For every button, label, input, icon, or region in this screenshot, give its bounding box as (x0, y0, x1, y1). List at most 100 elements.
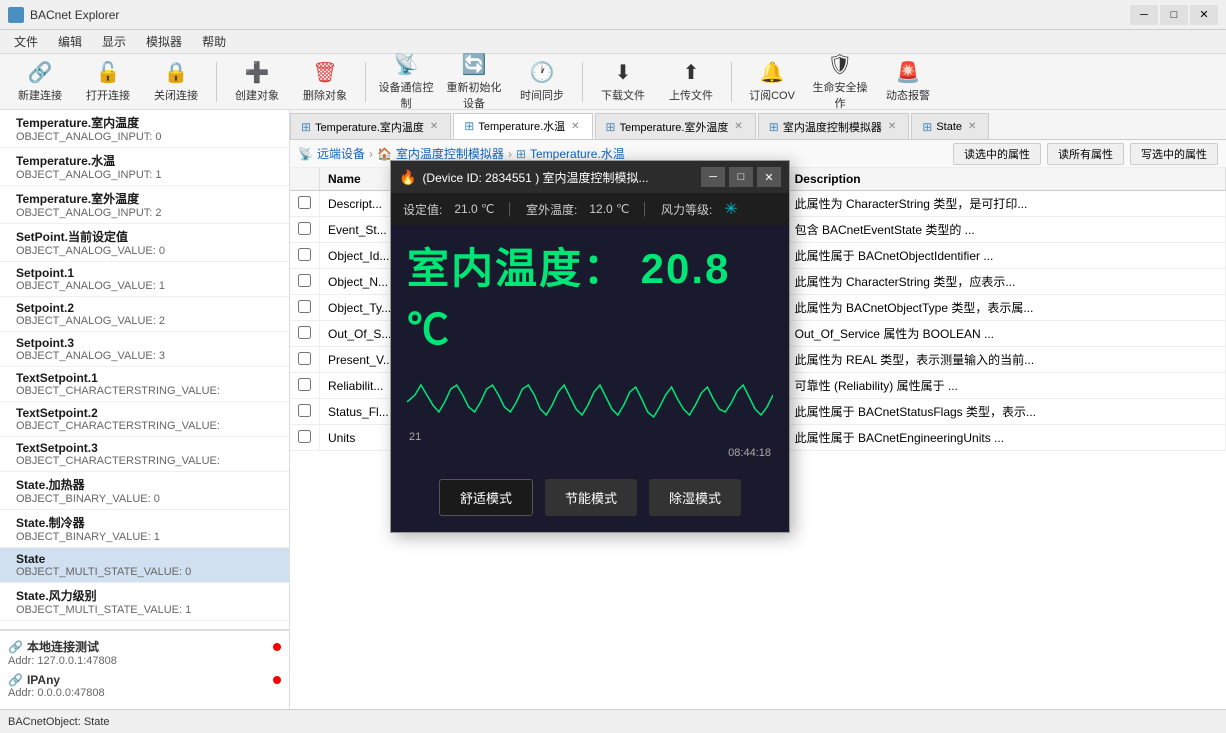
breadcrumb-actions: 读选中的属性 读所有属性 写选中的属性 (953, 143, 1218, 165)
minimize-button[interactable]: ─ (1130, 5, 1158, 25)
download-button[interactable]: ⬇ 下载文件 (591, 58, 655, 106)
read-selected-button[interactable]: 读选中的属性 (953, 143, 1041, 165)
tab-label-1: Temperature.水温 (478, 118, 565, 134)
sidebar-item-8[interactable]: TextSetpoint.2 OBJECT_CHARACTERSTRING_VA… (0, 402, 289, 437)
row-check-2[interactable] (290, 243, 320, 269)
create-object-button[interactable]: ➕ 创建对象 (225, 58, 289, 106)
sidebar-item-type-9: OBJECT_CHARACTERSTRING_VALUE: (16, 455, 281, 467)
sidebar-item-11[interactable]: State.制冷器 OBJECT_BINARY_VALUE: 1 (0, 510, 289, 548)
device-comm-button[interactable]: 📡 设备通信控制 (374, 58, 438, 106)
tab-4[interactable]: ⊞ State ✕ (911, 113, 989, 139)
sidebar-item-4[interactable]: Setpoint.1 OBJECT_ANALOG_VALUE: 1 (0, 262, 289, 297)
menu-view[interactable]: 显示 (92, 31, 136, 52)
menu-file[interactable]: 文件 (4, 31, 48, 52)
tab-label-3: 室内温度控制模拟器 (783, 119, 882, 135)
conn-item-0[interactable]: 🔗 本地连接测试 Addr: 127.0.0.1:47808 (0, 635, 289, 670)
tab-close-0[interactable]: ✕ (428, 121, 440, 132)
row-check-5[interactable] (290, 321, 320, 347)
sidebar-item-12[interactable]: State OBJECT_MULTI_STATE_VALUE: 0 (0, 548, 289, 583)
energy-mode-button[interactable]: 节能模式 (545, 479, 637, 516)
bc-icon-1: 🏠 (377, 147, 392, 161)
sidebar-item-name-11: State.制冷器 (16, 514, 281, 531)
toolbar-sep-1 (216, 62, 217, 102)
tab-0[interactable]: ⊞ Temperature.室内温度 ✕ (290, 113, 451, 139)
read-all-button[interactable]: 读所有属性 (1047, 143, 1124, 165)
cov-button[interactable]: 🔔 订阅COV (740, 58, 804, 106)
alarm-icon: 🚨 (896, 60, 921, 85)
sidebar-item-6[interactable]: Setpoint.3 OBJECT_ANALOG_VALUE: 3 (0, 332, 289, 367)
row-desc-6: 此属性为 REAL 类型，表示测量输入的当前... (786, 347, 1225, 373)
tab-close-1[interactable]: ✕ (569, 121, 581, 132)
tab-3[interactable]: ⊞ 室内温度控制模拟器 ✕ (758, 113, 909, 139)
popup-maximize-button[interactable]: □ (729, 167, 753, 187)
popup-controls: ─ □ ✕ (701, 167, 781, 187)
sidebar-item-name-7: TextSetpoint.1 (16, 371, 281, 385)
bc-icon-2: ⊞ (516, 147, 526, 161)
reinit-button[interactable]: 🔄 重新初始化设备 (442, 58, 506, 106)
time-sync-icon: 🕐 (530, 60, 555, 85)
bc-sep-1: › (508, 147, 512, 161)
upload-button[interactable]: ⬆ 上传文件 (659, 58, 723, 106)
wind-label: 风力等级: (661, 201, 712, 218)
dehumid-mode-button[interactable]: 除湿模式 (649, 479, 741, 516)
app-title: BACnet Explorer (30, 8, 1130, 22)
conn-item-1[interactable]: 🔗 IPAny Addr: 0.0.0.0:47808 (0, 670, 289, 702)
popup-minimize-button[interactable]: ─ (701, 167, 725, 187)
sidebar-item-5[interactable]: Setpoint.2 OBJECT_ANALOG_VALUE: 2 (0, 297, 289, 332)
popup-fire-icon: 🔥 (399, 169, 416, 186)
row-desc-3: 此属性为 CharacterString 类型，应表示... (786, 269, 1225, 295)
maximize-button[interactable]: □ (1160, 5, 1188, 25)
sidebar-item-type-10: OBJECT_BINARY_VALUE: 0 (16, 493, 281, 505)
sidebar-item-0[interactable]: Temperature.室内温度 OBJECT_ANALOG_INPUT: 0 (0, 110, 289, 148)
safety-button[interactable]: 🛡 生命安全操作 (808, 58, 872, 106)
new-connection-button[interactable]: 🔗 新建连接 (8, 58, 72, 106)
popup-close-button[interactable]: ✕ (757, 167, 781, 187)
row-desc-8: 此属性属于 BACnetStatusFlags 类型，表示... (786, 399, 1225, 425)
menu-simulator[interactable]: 模拟器 (136, 31, 192, 52)
menu-help[interactable]: 帮助 (192, 31, 236, 52)
tab-icon-4: ⊞ (922, 120, 932, 134)
sidebar-item-2[interactable]: Temperature.室外温度 OBJECT_ANALOG_INPUT: 2 (0, 186, 289, 224)
tab-2[interactable]: ⊞ Temperature.室外温度 ✕ (595, 113, 756, 139)
sidebar-item-1[interactable]: Temperature.水温 OBJECT_ANALOG_INPUT: 1 (0, 148, 289, 186)
open-connection-button[interactable]: 🔓 打开连接 (76, 58, 140, 106)
tab-icon-1: ⊞ (464, 119, 474, 133)
time-sync-button[interactable]: 🕐 时间同步 (510, 58, 574, 106)
close-connection-button[interactable]: 🔒 关闭连接 (144, 58, 208, 106)
tab-close-3[interactable]: ✕ (886, 121, 898, 132)
row-check-4[interactable] (290, 295, 320, 321)
tab-label-4: State (936, 121, 962, 133)
popup-temp-display: 室内温度： 20.8 ℃ (391, 225, 789, 357)
sidebar-item-3[interactable]: SetPoint.当前设定值 OBJECT_ANALOG_VALUE: 0 (0, 224, 289, 262)
row-check-7[interactable] (290, 373, 320, 399)
row-check-0[interactable] (290, 191, 320, 217)
row-check-3[interactable] (290, 269, 320, 295)
close-connection-icon: 🔒 (164, 60, 189, 85)
row-check-9[interactable] (290, 425, 320, 451)
bc-item-0[interactable]: 远端设备 (317, 145, 365, 162)
bc-sep-0: › (369, 147, 373, 161)
sidebar-item-type-4: OBJECT_ANALOG_VALUE: 1 (16, 280, 281, 292)
tab-close-2[interactable]: ✕ (732, 121, 744, 132)
alarm-button[interactable]: 🚨 动态报警 (876, 58, 940, 106)
sidebar-item-10[interactable]: State.加热器 OBJECT_BINARY_VALUE: 0 (0, 472, 289, 510)
temp-label: 室内温度： (407, 245, 641, 292)
tab-close-4[interactable]: ✕ (966, 121, 978, 132)
toolbar-sep-3 (582, 62, 583, 102)
row-check-8[interactable] (290, 399, 320, 425)
row-check-1[interactable] (290, 217, 320, 243)
sidebar-item-name-5: Setpoint.2 (16, 301, 281, 315)
tab-1[interactable]: ⊞ Temperature.水温 ✕ (453, 113, 592, 139)
menu-edit[interactable]: 编辑 (48, 31, 92, 52)
close-button[interactable]: ✕ (1190, 5, 1218, 25)
write-button[interactable]: 写选中的属性 (1130, 143, 1218, 165)
sidebar-item-9[interactable]: TextSetpoint.3 OBJECT_CHARACTERSTRING_VA… (0, 437, 289, 472)
sidebar-item-13[interactable]: State.风力级别 OBJECT_MULTI_STATE_VALUE: 1 (0, 583, 289, 621)
sidebar-item-name-10: State.加热器 (16, 476, 281, 493)
delete-object-button[interactable]: 🗑 删除对象 (293, 58, 357, 106)
row-desc-9: 此属性属于 BACnetEngineeringUnits ... (786, 425, 1225, 451)
sidebar-item-7[interactable]: TextSetpoint.1 OBJECT_CHARACTERSTRING_VA… (0, 367, 289, 402)
comfort-mode-button[interactable]: 舒适模式 (439, 479, 533, 516)
tab-label-0: Temperature.室内温度 (315, 119, 424, 135)
row-check-6[interactable] (290, 347, 320, 373)
